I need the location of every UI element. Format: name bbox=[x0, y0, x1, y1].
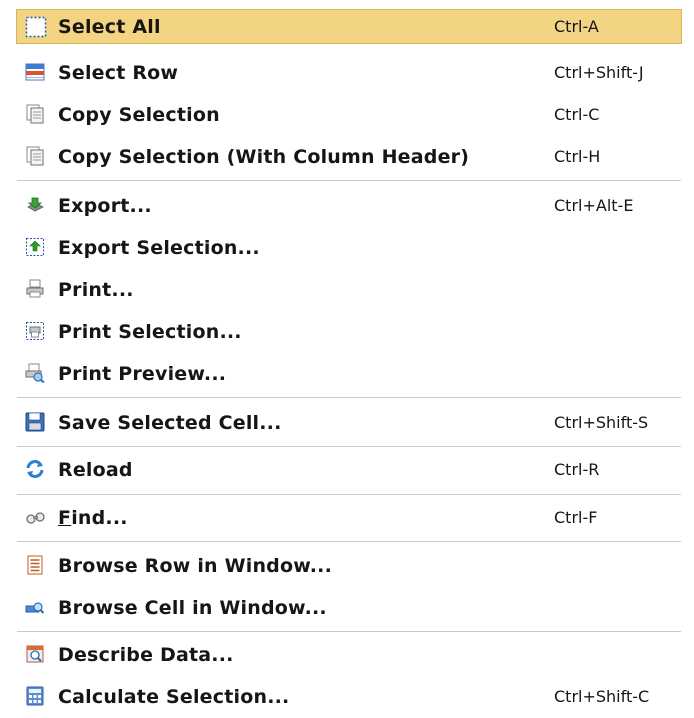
menu-item-select-row[interactable]: Select Row Ctrl+Shift-J bbox=[11, 55, 681, 91]
menu-item-copy-selection-with-header[interactable]: Copy Selection (With Column Header) Ctrl… bbox=[11, 139, 681, 175]
browse-cell-icon bbox=[25, 597, 45, 617]
menu-item-find[interactable]: Find... Ctrl-F bbox=[11, 500, 681, 536]
menu-item-reload[interactable]: Reload Ctrl-R bbox=[11, 452, 681, 488]
menu-item-browse-cell[interactable]: Browse Cell in Window... bbox=[11, 590, 681, 626]
menu-item-label: Select Row bbox=[58, 62, 179, 84]
menu-item-label: Export Selection... bbox=[58, 237, 260, 259]
export-selection-icon bbox=[25, 237, 45, 257]
menu-separator bbox=[17, 631, 681, 632]
browse-row-icon bbox=[25, 555, 45, 575]
describe-data-icon bbox=[25, 644, 45, 664]
menu-item-label: Print Preview... bbox=[58, 363, 227, 385]
menu-separator bbox=[17, 541, 681, 542]
binoculars-icon bbox=[25, 507, 45, 527]
reload-icon bbox=[25, 459, 45, 479]
menu-item-label: Find... bbox=[58, 507, 128, 529]
menu-item-calculate-selection[interactable]: Calculate Selection... Ctrl+Shift-C bbox=[11, 679, 681, 715]
menu-item-label: Copy Selection bbox=[58, 104, 220, 126]
menu-item-export-selection[interactable]: Export Selection... bbox=[11, 230, 681, 266]
menu-separator bbox=[17, 397, 681, 398]
menu-item-shortcut: Ctrl+Shift-C bbox=[554, 687, 650, 706]
menu-item-shortcut: Ctrl-F bbox=[554, 508, 598, 527]
menu-item-save-selected-cell[interactable]: Save Selected Cell... Ctrl+Shift-S bbox=[11, 405, 681, 441]
menu-item-label: Calculate Selection... bbox=[58, 686, 290, 708]
find-mnemonic: F bbox=[58, 507, 72, 529]
menu-item-shortcut: Ctrl-H bbox=[554, 147, 601, 166]
menu-item-select-all[interactable]: Select All Ctrl-A bbox=[16, 9, 682, 44]
menu-separator bbox=[17, 446, 681, 447]
menu-item-label: Describe Data... bbox=[58, 644, 234, 666]
menu-item-label: Browse Row in Window... bbox=[58, 555, 333, 577]
menu-item-shortcut: Ctrl-R bbox=[554, 460, 600, 479]
menu-item-browse-row[interactable]: Browse Row in Window... bbox=[11, 548, 681, 584]
menu-item-describe-data[interactable]: Describe Data... bbox=[11, 637, 681, 673]
context-menu: Select All Ctrl-A Select Row Ctrl+Shift-… bbox=[0, 0, 694, 718]
calculator-icon bbox=[25, 686, 45, 706]
select-all-icon bbox=[25, 16, 47, 38]
select-row-icon bbox=[25, 62, 45, 82]
menu-item-label: Copy Selection (With Column Header) bbox=[58, 146, 470, 168]
menu-item-copy-selection[interactable]: Copy Selection Ctrl-C bbox=[11, 97, 681, 133]
menu-item-print[interactable]: Print... bbox=[11, 272, 681, 308]
menu-item-label: Print Selection... bbox=[58, 321, 242, 343]
menu-separator bbox=[17, 494, 681, 495]
menu-item-label: Select All bbox=[58, 16, 161, 38]
menu-item-label: Browse Cell in Window... bbox=[58, 597, 327, 619]
menu-separator bbox=[17, 180, 681, 181]
export-icon bbox=[25, 195, 45, 215]
menu-item-shortcut: Ctrl-A bbox=[554, 17, 599, 36]
copy-icon bbox=[25, 104, 45, 124]
print-preview-icon bbox=[25, 363, 45, 384]
menu-item-shortcut: Ctrl+Shift-J bbox=[554, 63, 644, 82]
menu-item-print-selection[interactable]: Print Selection... bbox=[11, 314, 681, 350]
menu-item-label: Export... bbox=[58, 195, 152, 217]
save-icon bbox=[25, 412, 45, 432]
menu-item-shortcut: Ctrl-C bbox=[554, 105, 600, 124]
menu-item-print-preview[interactable]: Print Preview... bbox=[11, 356, 681, 392]
copy-icon bbox=[25, 146, 45, 166]
find-label-rest: ind... bbox=[71, 507, 128, 529]
menu-item-shortcut: Ctrl+Alt-E bbox=[554, 196, 634, 215]
menu-item-shortcut: Ctrl+Shift-S bbox=[554, 413, 649, 432]
menu-item-label: Reload bbox=[58, 459, 133, 481]
printer-icon bbox=[25, 279, 45, 299]
menu-item-label: Print... bbox=[58, 279, 134, 301]
menu-item-label: Save Selected Cell... bbox=[58, 412, 282, 434]
menu-item-export[interactable]: Export... Ctrl+Alt-E bbox=[11, 188, 681, 224]
print-selection-icon bbox=[25, 321, 45, 341]
